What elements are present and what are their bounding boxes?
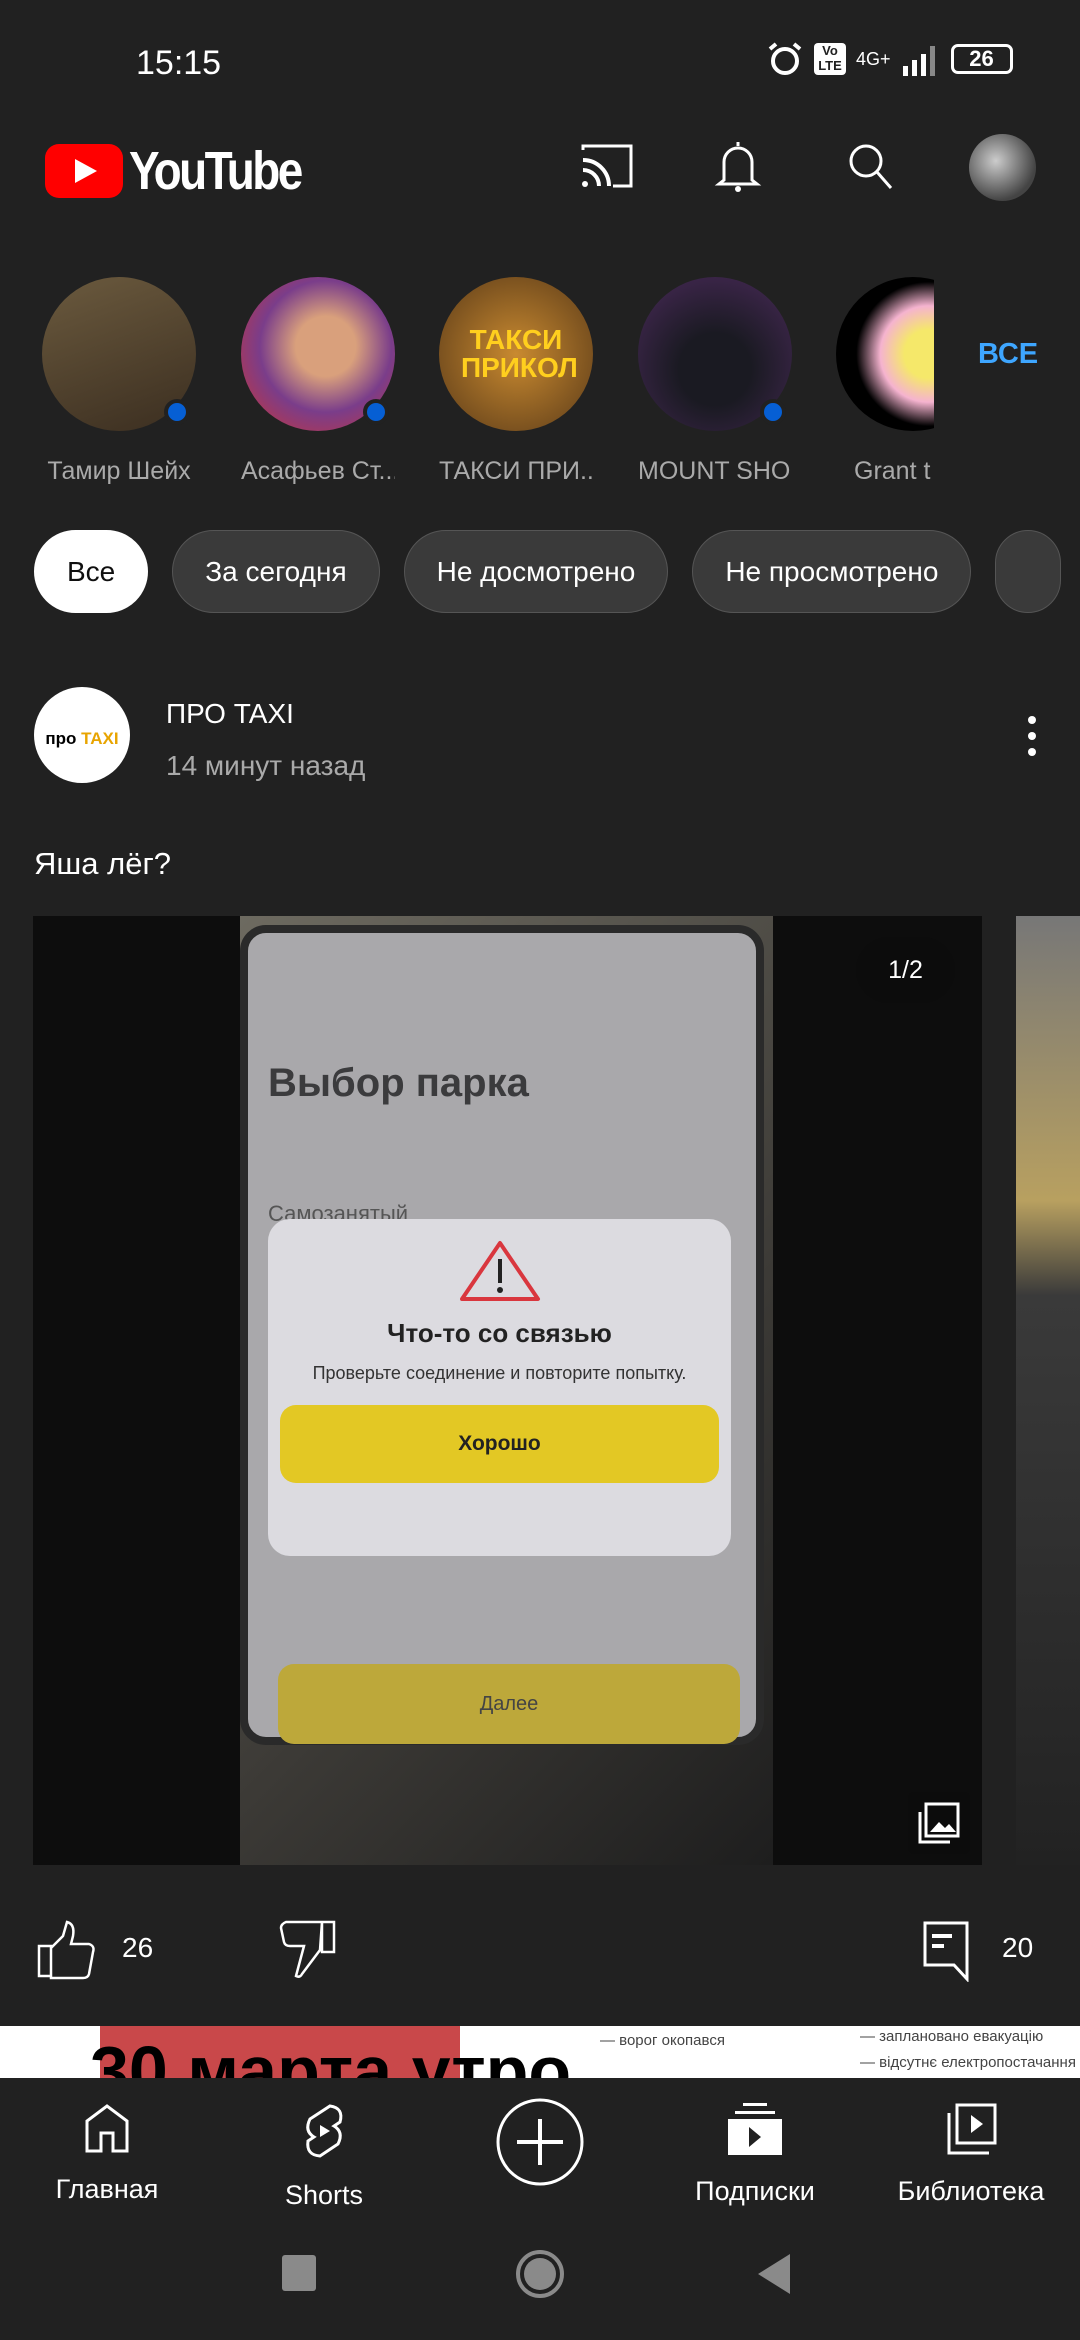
- comment-icon[interactable]: [922, 1920, 972, 1982]
- dislike-icon[interactable]: [278, 1920, 338, 1980]
- filter-chips: Все За сегодня Не досмотрено Не просмотр…: [34, 530, 1062, 613]
- new-content-dot: [363, 399, 389, 425]
- photo-dialog: Что-то со связью Проверьте соединение и …: [268, 1219, 731, 1556]
- like-icon[interactable]: [36, 1920, 96, 1980]
- channel-item[interactable]: Grant t: [836, 277, 934, 486]
- channel-avatar: [42, 277, 196, 431]
- channel-avatar: [836, 277, 934, 431]
- like-count: 26: [122, 1932, 154, 1963]
- channel-item[interactable]: Тамир Шейх: [42, 277, 196, 486]
- post-image-carousel[interactable]: Выбор парка Самозанятый Что-то со связью…: [33, 916, 982, 1865]
- youtube-play-icon: [45, 144, 123, 198]
- cast-icon[interactable]: [577, 136, 637, 196]
- post-channel-name[interactable]: ПРО TAXI: [166, 698, 294, 730]
- volte-icon: Vo LTE: [814, 43, 846, 75]
- nav-create[interactable]: [440, 2097, 640, 2192]
- more-options-icon[interactable]: [1028, 716, 1038, 764]
- post-photo: Выбор парка Самозанятый Что-то со связью…: [240, 916, 773, 1865]
- bottom-navigation: Главная Shorts Подписки Библиотека: [0, 2081, 1080, 2231]
- alarm-icon: [768, 42, 802, 75]
- nav-shorts[interactable]: Shorts: [224, 2103, 424, 2211]
- channel-avatar: ТАКСИ ПРИКОЛ: [439, 277, 593, 431]
- next-image-preview[interactable]: [1016, 916, 1080, 1865]
- post-time: 14 минут назад: [166, 750, 366, 781]
- create-icon: [496, 2098, 584, 2186]
- chip-today[interactable]: За сегодня: [172, 530, 380, 613]
- image-counter-badge: 1/2: [856, 937, 955, 1003]
- comment-count: 20: [1002, 1932, 1034, 1963]
- channel-item[interactable]: ТАКСИ ПРИКОЛ ТАКСИ ПРИ...: [439, 277, 593, 486]
- back-button[interactable]: [758, 2254, 790, 2294]
- new-content-dot: [164, 399, 190, 425]
- new-content-dot: [760, 399, 786, 425]
- channel-item[interactable]: MOUNT SHO...: [638, 277, 792, 486]
- shorts-icon: [306, 2104, 343, 2158]
- channel-avatar: [638, 277, 792, 431]
- network-label: 4G+: [856, 48, 891, 69]
- channel-avatar: [241, 277, 395, 431]
- channel-item[interactable]: Асафьев Ст...: [241, 277, 395, 486]
- status-time: 15:15: [136, 44, 222, 82]
- search-icon[interactable]: [840, 136, 900, 196]
- youtube-logo[interactable]: YouTube: [45, 140, 331, 202]
- account-avatar[interactable]: [969, 134, 1036, 201]
- home-system-button[interactable]: [516, 2250, 564, 2298]
- nav-library[interactable]: Библиотека: [871, 2103, 1071, 2207]
- recents-button[interactable]: [282, 2255, 316, 2291]
- warning-icon: [459, 1241, 540, 1301]
- next-post-preview[interactable]: 30 марта утро — ворог окопався — заплано…: [0, 2026, 1080, 2078]
- bell-icon[interactable]: [708, 136, 768, 196]
- library-icon: [947, 2103, 997, 2155]
- battery-icon: 26: [950, 44, 1013, 74]
- signal-icon: [902, 46, 935, 76]
- chip-more[interactable]: [995, 530, 1062, 613]
- post-channel-avatar[interactable]: про TAXI: [34, 687, 130, 783]
- gallery-icon: [908, 1792, 970, 1854]
- subscriptions-icon: [728, 2103, 782, 2155]
- photo-tablet: Выбор парка Самозанятый Что-то со связью…: [240, 925, 764, 1745]
- all-channels-button[interactable]: ВСЕ: [978, 338, 1038, 371]
- status-icons: Vo LTE 4G+ 26: [766, 40, 1013, 78]
- home-icon: [85, 2104, 129, 2153]
- nav-subscriptions[interactable]: Подписки: [655, 2103, 855, 2207]
- post-text: Яша лёг?: [34, 846, 171, 881]
- chip-all[interactable]: Все: [34, 530, 149, 613]
- chip-unfinished[interactable]: Не досмотрено: [403, 530, 669, 613]
- chip-unwatched[interactable]: Не просмотрено: [692, 530, 972, 613]
- nav-home[interactable]: Главная: [7, 2103, 207, 2205]
